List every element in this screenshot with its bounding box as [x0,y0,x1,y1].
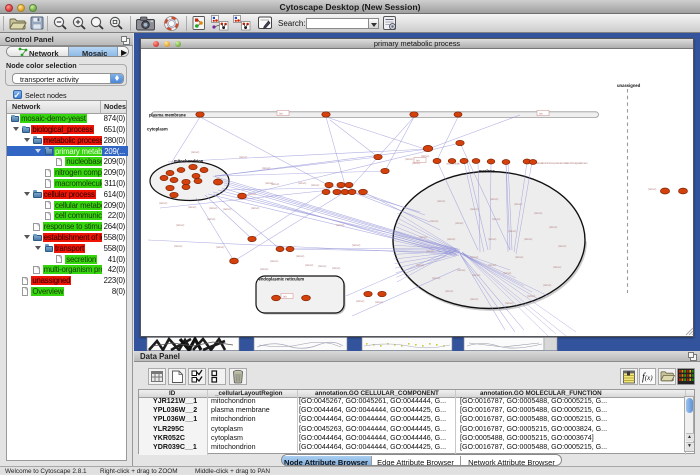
svg-text:(label): (label) [432,276,440,280]
svg-text:endoplasmic reticulum: endoplasmic reticulum [259,277,305,282]
svg-text:(label): (label) [251,206,259,210]
svg-text:(label): (label) [298,181,306,185]
svg-text:(label): (label) [430,219,438,223]
svg-text:(label): (label) [176,223,184,227]
svg-text:(label): (label) [470,255,478,259]
svg-text:(label): (label) [488,237,496,241]
svg-text:(label): (label) [318,264,326,268]
svg-text:(label): (label) [648,187,656,191]
svg-text:(label): (label) [416,263,424,267]
svg-text:lab: lab [279,112,283,116]
svg-text:(label): (label) [419,235,427,239]
svg-text:(label): (label) [239,155,247,159]
svg-text:(label): (label) [207,217,215,221]
svg-text:(label): (label) [437,199,445,203]
svg-text:(label): (label) [503,271,511,275]
svg-text:(label): (label) [470,297,478,301]
svg-text:(label): (label) [490,197,498,201]
svg-text:(label): (label) [505,301,513,305]
svg-text:(label): (label) [527,294,535,298]
svg-text:(label): (label) [296,254,304,258]
svg-text:(label): (label) [472,273,480,277]
svg-text:(label): (label) [352,243,360,247]
svg-text:(label): (label) [470,207,478,211]
svg-text:unassigned: unassigned [617,83,641,88]
svg-text:lab: lab [416,159,420,163]
svg-text:mitochondrion: mitochondrion [174,158,204,163]
svg-text:(label): (label) [455,221,463,225]
svg-text:(label): (label) [159,201,167,205]
svg-text:(label): (label) [426,249,434,253]
svg-text:(label): (label) [223,207,231,211]
svg-text:cytoplasm: cytoplasm [147,127,168,132]
svg-text:(label): (label) [543,283,551,287]
svg-text:(label): (label) [260,267,268,271]
svg-text:(label): (label) [332,266,340,270]
svg-text:(label): (label) [174,244,182,248]
svg-text:f(x): f(x) [642,372,653,383]
svg-text:(label): (label) [216,245,224,249]
svg-text:(label): (label) [445,289,453,293]
svg-text:(label): (label) [375,300,383,304]
svg-text:(label): (label) [191,150,199,154]
svg-text:lab: lab [539,112,543,116]
svg-text:(label): (label) [457,268,465,272]
svg-text:nucleus: nucleus [479,169,495,174]
svg-text:plasma membrane: plasma membrane [149,112,186,117]
svg-text:annotation.GO.component.annota: annotation.GO.component.annotation.GO.or… [536,161,589,165]
svg-text:(label): (label) [508,229,516,233]
svg-text:(label): (label) [305,263,313,267]
svg-text:(label): (label) [271,182,279,186]
svg-text:(label): (label) [262,166,270,170]
svg-text:lab: lab [283,295,287,299]
svg-text:(label): (label) [514,202,522,206]
svg-text:(label): (label) [356,299,364,303]
svg-text:(label): (label) [553,265,561,269]
svg-text:(label): (label) [336,223,344,227]
svg-text:(label): (label) [488,263,496,267]
svg-text:(label): (label) [248,192,256,196]
svg-text:(label): (label) [270,259,278,263]
svg-text:(label): (label) [534,211,542,215]
svg-text:(label): (label) [447,237,455,241]
svg-text:(label): (label) [492,217,500,221]
svg-text:(label): (label) [209,206,217,210]
svg-text:(label): (label) [549,225,557,229]
svg-text:(label): (label) [515,255,523,259]
svg-text:(label): (label) [524,237,532,241]
svg-text:(label): (label) [188,205,196,209]
svg-text:(label): (label) [311,183,319,187]
svg-text:(label): (label) [558,244,566,248]
